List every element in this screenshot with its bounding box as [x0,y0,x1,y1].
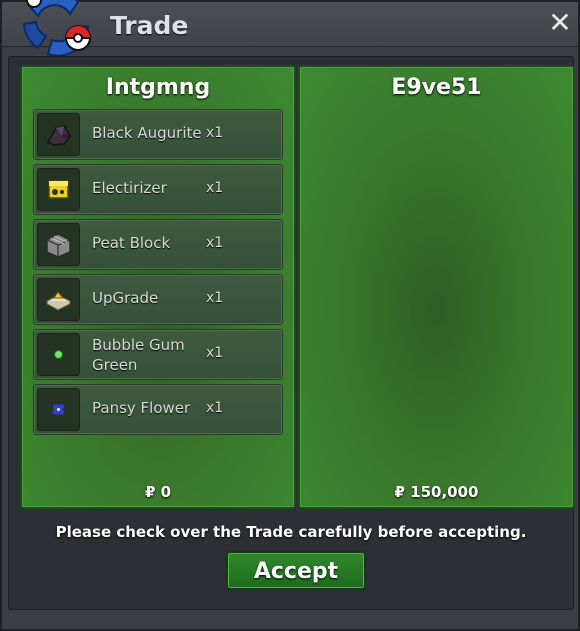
left-money-value: 0 [160,483,172,501]
pansy-flower-icon [53,404,64,415]
currency-icon: ₽ [144,483,156,501]
item-name: Electirizer [92,179,167,197]
item-slot [37,278,80,321]
item-qty: x1 [206,235,224,251]
left-trade-panel: Intgmng Black Augurite x1 Electirizer x1… [20,65,296,509]
item-slot [37,223,80,266]
item-name: UpGrade [92,289,159,307]
trade-content: Intgmng Black Augurite x1 Electirizer x1… [8,56,575,610]
list-item[interactable]: Electirizer x1 [33,164,283,215]
trade-logo-icon [22,0,91,57]
list-item[interactable]: Black Augurite x1 [33,109,283,160]
right-trade-panel: E9ve51 ₽ 150,000 [298,65,575,509]
electirizer-icon [48,180,69,199]
right-money: ₽ 150,000 [300,483,573,501]
item-qty: x1 [206,400,224,416]
left-money: ₽ 0 [22,483,294,501]
right-player-name: E9ve51 [391,75,482,100]
window-title: Trade [110,11,189,40]
peat-block-icon [46,233,71,258]
item-name: Black Augurite [92,124,202,142]
trade-window: Trade ✕ Intgmng Black Augurite x1 Electi… [0,0,580,631]
right-money-value: 150,000 [410,483,479,501]
list-item[interactable]: Bubble Gum Green x1 [33,329,283,380]
item-qty: x1 [206,180,224,196]
item-slot [37,388,80,431]
item-slot [37,113,80,156]
item-qty: x1 [206,290,224,306]
currency-icon: ₽ [394,483,405,501]
confirmation-message: Please check over the Trade carefully be… [55,523,527,541]
list-item[interactable]: UpGrade x1 [33,274,283,325]
item-qty: x1 [206,345,224,361]
item-slot [37,168,80,211]
title-bar[interactable]: Trade ✕ [2,0,578,57]
item-name: Peat Block [92,234,171,252]
black-augurite-icon [46,125,71,146]
accept-button[interactable]: Accept [226,551,366,590]
left-item-list: Black Augurite x1 Electirizer x1 Peat Bl… [33,109,283,439]
list-item[interactable]: Peat Block x1 [33,219,283,270]
list-item[interactable]: Pansy Flower x1 [33,384,283,435]
item-name: Pansy Flower [92,399,191,417]
item-name: Bubble Gum Green [92,336,185,374]
left-player-name: Intgmng [105,75,211,100]
item-qty: x1 [206,125,224,141]
close-icon[interactable]: ✕ [548,9,572,37]
upgrade-icon [45,291,72,311]
bubble-gum-green-icon [54,350,63,359]
item-slot [37,333,80,376]
